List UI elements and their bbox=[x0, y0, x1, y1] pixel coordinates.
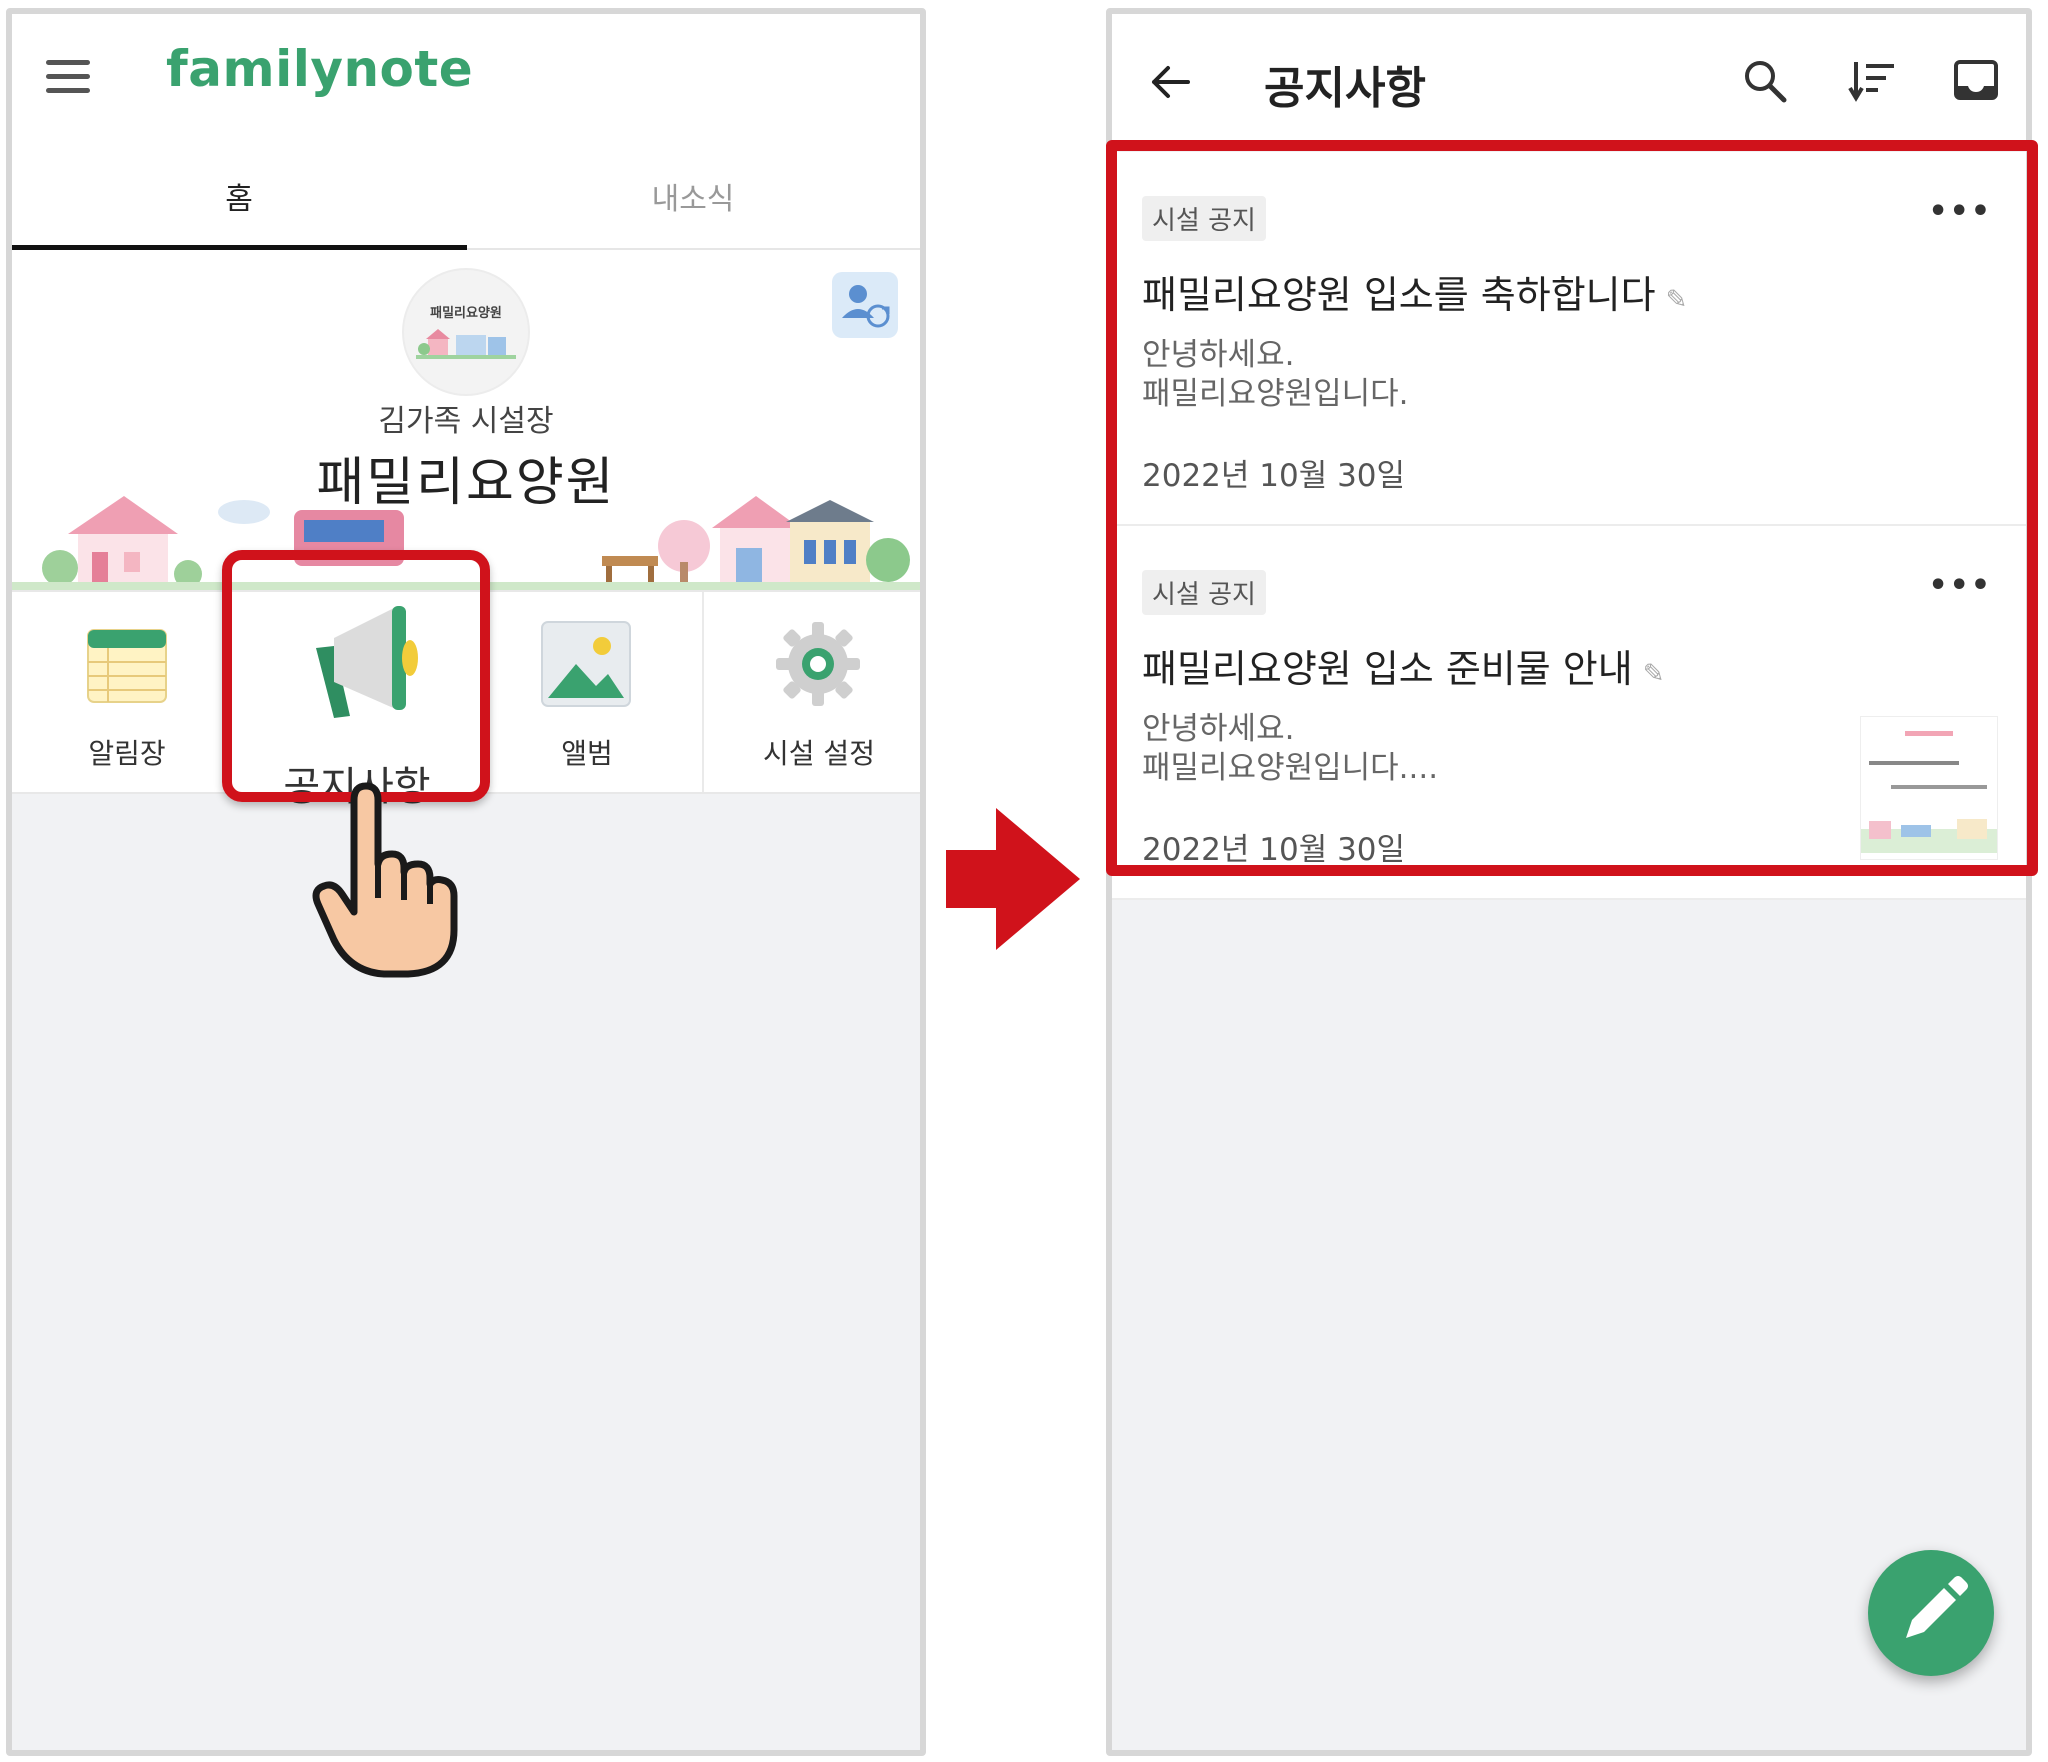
director-name: 김가족 시설장 bbox=[378, 404, 554, 439]
notice-title-text: 패밀리요양원 입소를 축하합니다 bbox=[1142, 273, 1656, 317]
category-badge: 시설 공지 bbox=[1142, 570, 1266, 615]
search-icon[interactable] bbox=[1740, 56, 1788, 104]
notice-preview: 안녕하세요. 패밀리요양원입니다. bbox=[1142, 336, 1409, 414]
notice-preview-line: 안녕하세요. bbox=[1142, 337, 1295, 373]
picture-icon bbox=[541, 621, 631, 707]
megaphone-icon bbox=[316, 606, 418, 718]
edit-icon bbox=[1906, 1576, 1968, 1638]
notice-title: 패밀리요양원 입소 준비물 안내 ✎ bbox=[1142, 638, 1665, 693]
menu-label: 알림장 bbox=[88, 737, 166, 770]
app-bar: familynote bbox=[12, 14, 920, 144]
user-switch-icon bbox=[842, 285, 890, 328]
notice-preview-line: 패밀리요양원입니다.... bbox=[1142, 750, 1439, 786]
menu-item-notebook[interactable]: 알림장 bbox=[12, 592, 242, 792]
notice-preview: 안녕하세요. 패밀리요양원입니다.... bbox=[1142, 710, 1438, 788]
notice-list: 시설 공지 ••• 패밀리요양원 입소를 축하합니다 ✎ 안녕하세요. 패밀리요양… bbox=[1112, 152, 2026, 900]
right-arrow-icon bbox=[946, 808, 1080, 950]
facility-logo: 패밀리요양원 bbox=[402, 268, 530, 396]
notice-screen: 공지사항 시설 공지 ••• 패밀리요양원 입소를 축하합니다 ✎ 안녕하세요. bbox=[1106, 8, 2032, 1756]
tab-home[interactable]: 홈 bbox=[12, 144, 466, 248]
write-notice-button[interactable] bbox=[1868, 1550, 1994, 1676]
facility-logo-illustration bbox=[416, 329, 516, 359]
tab-bar: 홈 내소식 bbox=[12, 144, 920, 250]
inbox-icon[interactable] bbox=[1952, 56, 2000, 104]
menu-item-notice[interactable]: 공지사항 bbox=[242, 592, 472, 810]
app-logo: familynote bbox=[166, 40, 474, 98]
tap-hand-icon bbox=[312, 782, 458, 978]
notice-title: 패밀리요양원 입소를 축하합니다 ✎ bbox=[1142, 264, 1687, 319]
facility-logo-text: 패밀리요양원 bbox=[430, 306, 502, 321]
menu-icon[interactable] bbox=[46, 60, 90, 94]
category-badge: 시설 공지 bbox=[1142, 196, 1266, 241]
tab-my-news[interactable]: 내소식 bbox=[466, 144, 920, 248]
notice-title-text: 패밀리요양원 입소 준비물 안내 bbox=[1142, 647, 1633, 691]
notice-preview-line: 패밀리요양원입니다. bbox=[1142, 376, 1409, 412]
facility-header: 패밀리요양원 김가족 시설장 패밀리요양원 bbox=[12, 250, 920, 590]
sort-icon[interactable] bbox=[1848, 56, 1896, 104]
author-icon: ✎ bbox=[1665, 285, 1688, 315]
switch-facility-button[interactable] bbox=[832, 272, 898, 338]
notice-preview-line: 안녕하세요. bbox=[1142, 711, 1295, 747]
more-options-icon[interactable]: ••• bbox=[1928, 194, 1992, 229]
menu-grid: 알림장 공지사항 앨범 bbox=[12, 590, 920, 810]
notice-date: 2022년 10월 30일 bbox=[1142, 458, 1406, 494]
menu-item-album[interactable]: 앨범 bbox=[472, 592, 702, 792]
more-options-icon[interactable]: ••• bbox=[1928, 568, 1992, 603]
gear-icon bbox=[776, 622, 860, 706]
calendar-icon bbox=[87, 629, 167, 703]
menu-item-facility-settings[interactable]: 시설 설정 bbox=[704, 592, 920, 792]
menu-label: 앨범 bbox=[561, 737, 613, 770]
home-screen: familynote 홈 내소식 패밀리요양원 김가족 시설장 패밀리요양원 알… bbox=[6, 8, 926, 1756]
page-title: 공지사항 bbox=[1264, 63, 1426, 114]
village-illustration bbox=[12, 496, 920, 590]
app-bar: 공지사항 bbox=[1112, 14, 2026, 144]
notice-thumbnail[interactable] bbox=[1860, 716, 1998, 860]
notice-date: 2022년 10월 30일 bbox=[1142, 832, 1406, 868]
notice-item[interactable]: 시설 공지 ••• 패밀리요양원 입소 준비물 안내 ✎ 안녕하세요. 패밀리요양… bbox=[1112, 526, 2026, 900]
menu-label: 시설 설정 bbox=[763, 737, 875, 770]
notice-item[interactable]: 시설 공지 ••• 패밀리요양원 입소를 축하합니다 ✎ 안녕하세요. 패밀리요양… bbox=[1112, 152, 2026, 526]
back-arrow-icon[interactable] bbox=[1148, 60, 1192, 104]
author-icon: ✎ bbox=[1642, 659, 1665, 689]
